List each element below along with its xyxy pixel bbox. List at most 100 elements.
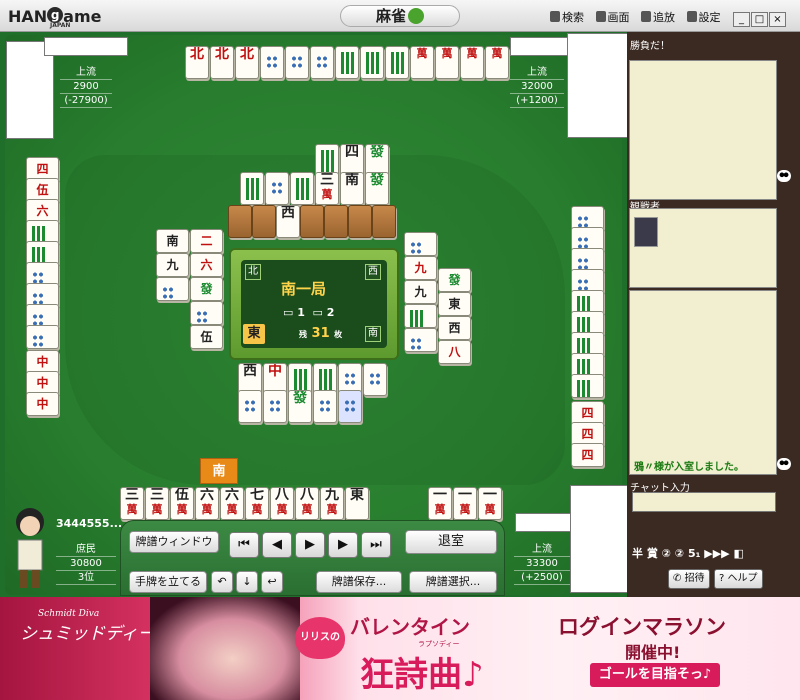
east-player-info: 上流 33300 (+2500) bbox=[514, 543, 570, 585]
chat-input[interactable] bbox=[632, 492, 776, 512]
north-hand-tile: 萬 bbox=[460, 46, 484, 79]
north-discard-tile bbox=[240, 172, 264, 205]
self-discard-tile bbox=[263, 390, 287, 423]
self-hand-tile[interactable]: 六萬 bbox=[195, 487, 219, 520]
save-log-button[interactable]: 牌譜保存... bbox=[316, 571, 402, 593]
west-discard-tile: 伍 bbox=[190, 325, 223, 349]
spectator-list[interactable] bbox=[629, 208, 777, 288]
undo-arrow-button[interactable]: ↶ bbox=[211, 571, 233, 593]
north-hand-tile bbox=[260, 46, 284, 79]
self-hand-tile[interactable]: 東 bbox=[345, 487, 369, 520]
settings-menu[interactable]: 設定 bbox=[686, 11, 725, 24]
reveal-hand-button[interactable]: 手牌を立てる bbox=[129, 571, 207, 593]
west-hand-tile: 中 bbox=[26, 392, 59, 416]
kick-menu[interactable]: 追放 bbox=[641, 11, 679, 24]
dora-indicator-tile: 西 bbox=[276, 205, 300, 238]
north-discard-tile: 南 bbox=[340, 172, 364, 205]
east-player-name bbox=[515, 513, 575, 532]
prev-button[interactable]: ◀ bbox=[262, 532, 292, 558]
remaining-tiles: 残 31 枚 bbox=[299, 326, 343, 341]
north-hand-tile: 萬 bbox=[435, 46, 459, 79]
kick-icon bbox=[641, 11, 651, 22]
self-hand-tile[interactable]: 八萬 bbox=[295, 487, 319, 520]
title-bar: HAN g ame JAPAN 麻雀 検索 画面 追放 設定 _ □ × bbox=[0, 0, 800, 32]
minimize-button[interactable]: _ bbox=[733, 12, 750, 27]
self-player-info: 庶民 30800 3位 bbox=[56, 543, 116, 585]
banner-heart: リリスの bbox=[295, 617, 345, 659]
game-controls: 牌譜ウィンドウ ⏮ ◀ ▶ ▶ ⏭ 退室 手牌を立てる ↶ ↓ ↩ 牌譜保存..… bbox=[120, 520, 505, 596]
self-hand-tile[interactable]: 八萬 bbox=[270, 487, 294, 520]
east-hand-tile bbox=[571, 374, 604, 398]
search-menu[interactable]: 検索 bbox=[550, 11, 588, 24]
wall-tile bbox=[372, 205, 396, 238]
play-button[interactable]: ▶ bbox=[295, 532, 325, 558]
down-arrow-button[interactable]: ↓ bbox=[236, 571, 258, 593]
self-hand-tile[interactable]: 六萬 bbox=[220, 487, 244, 520]
banner-now-open: 開催中! bbox=[625, 643, 681, 662]
self-discard-tile bbox=[238, 390, 262, 423]
north-discard-tile: 發 bbox=[365, 172, 389, 205]
self-meld-tile: 一萬 bbox=[478, 487, 502, 520]
west-discard-tile bbox=[156, 277, 189, 301]
next-button[interactable]: ▶ bbox=[328, 532, 358, 558]
north-discard-tile bbox=[290, 172, 314, 205]
east-discard-tile: 東 bbox=[438, 292, 471, 316]
last-button[interactable]: ⏭ bbox=[361, 532, 391, 558]
invite-button[interactable]: ✆ 招待 bbox=[668, 569, 710, 589]
banner-valentine: バレンタイン bbox=[350, 615, 470, 639]
north-hand-tile: 北 bbox=[210, 46, 234, 79]
dealer-wind: 東 bbox=[243, 324, 265, 344]
east-player-avatar bbox=[570, 485, 631, 593]
east-discard-tile bbox=[404, 304, 437, 328]
west-player-info: 上流 2900 (-27900) bbox=[60, 66, 112, 108]
return-arrow-button[interactable]: ↩ bbox=[261, 571, 283, 593]
round-label: 南一局 bbox=[281, 280, 327, 298]
banner-goal: ゴールを目指そっ♪ bbox=[590, 663, 720, 687]
north-player-avatar bbox=[567, 33, 635, 138]
south-seat-wind: 南 bbox=[365, 326, 381, 342]
north-seat-wind: 北 bbox=[245, 264, 261, 280]
north-hand-tile bbox=[285, 46, 309, 79]
self-hand-tile[interactable]: 伍萬 bbox=[170, 487, 194, 520]
self-discard-tile bbox=[338, 390, 362, 423]
log-window-button[interactable]: 牌譜ウィンドウ bbox=[129, 531, 219, 553]
search-icon bbox=[550, 11, 560, 22]
east-hand-tile: 四 bbox=[571, 443, 604, 467]
self-hand-tile[interactable]: 三萬 bbox=[120, 487, 144, 520]
east-discard-tile bbox=[404, 328, 437, 352]
select-log-button[interactable]: 牌譜選択... bbox=[409, 571, 497, 593]
wall-tile bbox=[324, 205, 348, 238]
east-discard-tile: 九 bbox=[404, 280, 437, 304]
maximize-button[interactable]: □ bbox=[751, 12, 768, 27]
help-button[interactable]: ? ヘルプ bbox=[714, 569, 763, 589]
north-hand-tile bbox=[335, 46, 359, 79]
chat-log[interactable] bbox=[629, 290, 777, 475]
first-button[interactable]: ⏮ bbox=[229, 532, 259, 558]
wall-tile bbox=[228, 205, 252, 238]
chat-message: 鴉〃様が入室しました。 bbox=[634, 462, 744, 473]
honba-counter: ▭ 1 ▭ 2 bbox=[283, 306, 335, 319]
north-player-info: 上流 32000 (+1200) bbox=[510, 66, 564, 108]
north-hand-tile bbox=[310, 46, 334, 79]
ad-banner[interactable]: シュミッドディーヴァ Schmidt Diva リリスの バレンタイン ラプソデ… bbox=[0, 597, 800, 700]
self-meld-tile: 一萬 bbox=[453, 487, 477, 520]
banner-login-marathon: ログインマラソン bbox=[558, 615, 726, 639]
screen-menu[interactable]: 画面 bbox=[595, 11, 634, 24]
east-discard-tile bbox=[404, 232, 437, 256]
leave-button[interactable]: 退室 bbox=[405, 530, 497, 554]
wall-tile bbox=[252, 205, 276, 238]
round-info-panel: 北 西 南 南一局 ▭ 1 ▭ 2 残 31 枚 東 bbox=[229, 248, 399, 360]
wall-tile bbox=[348, 205, 372, 238]
west-discard-tile: 六 bbox=[190, 253, 223, 277]
game-title: 麻雀 bbox=[340, 5, 460, 27]
wrench-icon bbox=[686, 11, 697, 22]
self-hand-tile[interactable]: 七萬 bbox=[245, 487, 269, 520]
window-controls: _ □ × bbox=[732, 7, 786, 27]
close-button[interactable]: × bbox=[769, 12, 786, 27]
player-list[interactable] bbox=[629, 60, 777, 200]
self-hand-tile[interactable]: 九萬 bbox=[320, 487, 344, 520]
self-hand-tile[interactable]: 三萬 bbox=[145, 487, 169, 520]
north-hand-tile: 北 bbox=[235, 46, 259, 79]
north-discard-tile bbox=[265, 172, 289, 205]
west-seat-wind: 西 bbox=[365, 264, 381, 280]
